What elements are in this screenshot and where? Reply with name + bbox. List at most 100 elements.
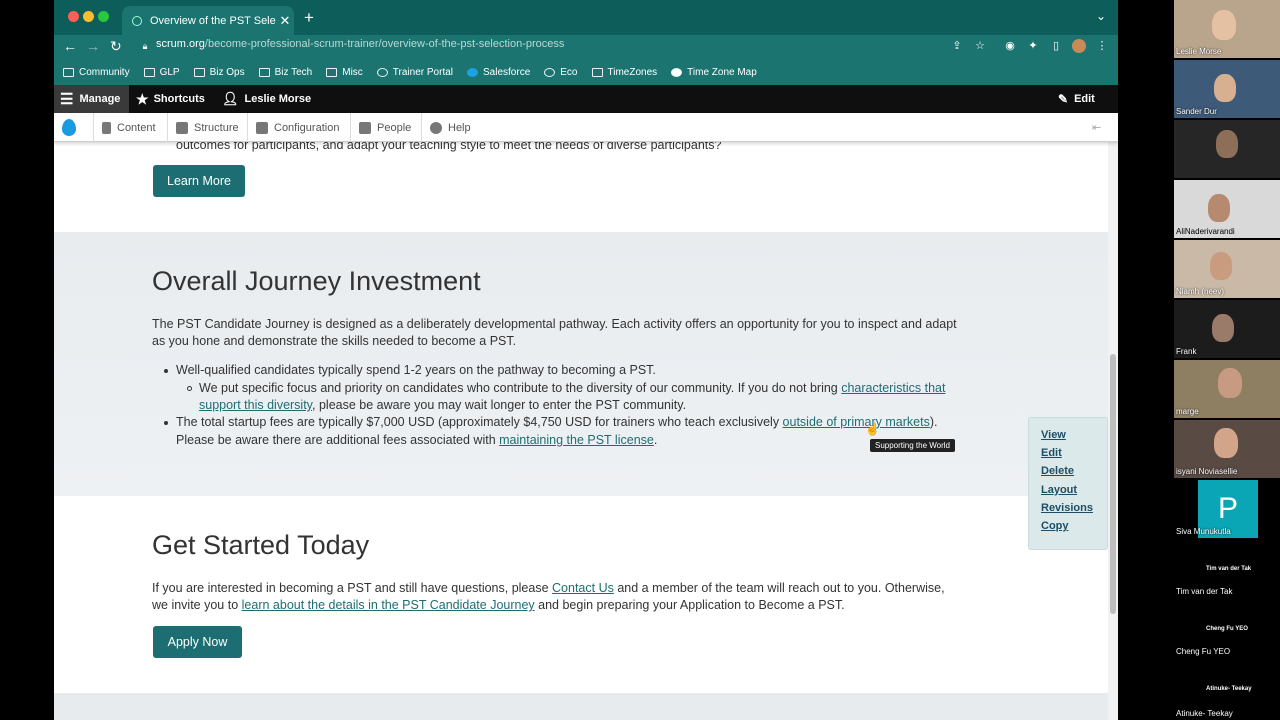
fees-period: . [653,433,658,447]
manage-tab[interactable]: ☰ Manage [54,85,129,113]
maximize-window-icon[interactable] [98,11,109,22]
folder-icon [193,68,205,77]
bookmark-glp[interactable]: GLP [143,67,180,78]
bookmark-misc[interactable]: Misc [326,67,363,78]
bookmark-salesforce[interactable]: Salesforce [467,67,530,78]
participant-video [1210,252,1232,280]
bookmark-label: Community [79,67,130,78]
participant-placeholder-name: Atinuke- Teekay [1206,686,1252,692]
learn-more-button[interactable]: Learn More [153,165,245,197]
menu-people[interactable]: People [350,113,411,142]
participant-tile[interactable]: Sander Dur [1174,60,1280,118]
menu-kebab-icon[interactable]: ⋮ [1095,39,1109,53]
bookmark-trainer-portal[interactable]: Trainer Portal [376,67,453,78]
minimize-window-icon[interactable] [83,11,94,22]
participant-name: isyani Noviasellie [1176,467,1238,476]
participant-video [1214,74,1236,102]
scrollbar-thumb[interactable] [1110,354,1116,614]
user-tab[interactable]: 👤︎ Leslie Morse [222,85,311,113]
drupal-logo-icon[interactable] [54,113,90,142]
participant-tile[interactable]: AliNaderivarandi [1174,180,1280,238]
lock-icon[interactable]: 🔒︎ [138,39,152,53]
task-edit[interactable]: Edit [1029,447,1107,465]
support-diversity-link[interactable]: support this diversity [199,398,312,412]
participant-name: Sander Dur [1176,107,1217,116]
bookmark-biz-ops[interactable]: Biz Ops [193,67,245,78]
folder-icon [326,68,338,77]
menu-content[interactable]: Content [93,113,156,142]
structure-icon [176,121,188,134]
extensions-puzzle-icon[interactable]: ✦ [1026,39,1040,53]
bookmark-label: Eco [560,67,578,78]
edit-tab[interactable]: ✎ Edit [1058,85,1095,113]
page-scrollbar[interactable] [1108,142,1118,720]
close-window-icon[interactable] [68,11,79,22]
participant-tile[interactable]: Leslie Morse [1174,0,1280,58]
participant-tile[interactable]: Tim van der Tak Tim van der Tak [1174,560,1280,618]
participant-tile[interactable]: marge [1174,360,1280,418]
started-text-2: and a member of the team will reach out … [613,581,945,595]
bookmark-star-icon[interactable]: ☆ [973,39,987,53]
browser-tab[interactable]: Overview of the PST Selection ✕ [122,6,294,35]
bookmark-community[interactable]: Community [63,67,130,78]
address-bar[interactable]: scrum.org/become-professional-scrum-trai… [156,38,564,50]
participant-placeholder-name: Tim van der Tak [1206,566,1252,572]
browser-toolbar: ← → ↻ 🔒︎ scrum.org/become-professional-s… [54,35,1118,60]
new-tab-icon[interactable]: + [304,8,314,28]
hamburger-icon: ☰ [60,91,74,108]
task-delete[interactable]: Delete [1029,465,1107,483]
sub-bullet-circle [187,386,192,391]
back-icon[interactable]: ← [63,38,77,54]
menu-help[interactable]: Help [421,113,471,142]
get-started-heading: Get Started Today [152,530,370,560]
profile-avatar-icon[interactable] [1072,39,1086,53]
contact-us-link[interactable]: Contact Us [552,581,614,595]
bookmark-timezones[interactable]: TimeZones [591,67,658,78]
diversity-text-end: , please be aware you may wait longer to… [312,398,687,412]
participant-tile[interactable]: P Siva Munukutla [1174,480,1280,538]
fees-text-end: ). [929,415,938,429]
reload-icon[interactable]: ↻ [110,38,122,55]
share-icon[interactable]: ⇪ [950,39,964,53]
task-layout[interactable]: Layout [1029,484,1107,502]
participant-tile[interactable]: Cheng Fu YEO Cheng Fu YEO [1174,620,1280,678]
menu-label: Content [117,121,156,134]
candidate-journey-link[interactable]: learn about the details in the PST Candi… [242,598,535,612]
menu-structure[interactable]: Structure [167,113,239,142]
globe-icon [671,68,683,77]
forward-icon[interactable]: → [86,38,100,54]
task-view[interactable]: View [1029,429,1107,447]
tray-orientation-icon[interactable]: ⇤ [1084,113,1101,142]
user-icon: 👤︎ [222,91,239,106]
menu-configuration[interactable]: Configuration [247,113,339,142]
characteristics-link[interactable]: characteristics that [841,381,945,395]
maintaining-license-link[interactable]: maintaining the PST license [499,433,654,447]
participant-tile[interactable]: Atinuke- Teekay Atinuke- Teekay [1174,680,1280,720]
participant-name: Siva Munukutla [1176,527,1231,536]
participant-tile[interactable]: Frank [1174,300,1280,358]
bookmark-eco[interactable]: Eco [544,67,578,78]
apply-now-button[interactable]: Apply Now [153,626,242,658]
tab-search-icon[interactable]: ⌄ [1096,9,1106,23]
participant-video [1218,368,1242,398]
participant-tile[interactable] [1174,120,1280,178]
close-tab-icon[interactable]: ✕ [276,13,294,29]
bookmark-biz-tech[interactable]: Biz Tech [258,67,312,78]
bullet-dot [164,421,168,425]
pencil-icon: ✎ [1058,92,1069,106]
task-revisions[interactable]: Revisions [1029,502,1107,520]
bookmark-time-zone-map[interactable]: Time Zone Map [671,67,757,78]
globe-icon [376,68,388,77]
bookmark-label: TimeZones [607,67,658,78]
menu-label: Configuration [274,121,340,134]
participant-tile[interactable]: isyani Noviasellie [1174,420,1280,478]
admin-toolbar: ☰ Manage ★ Shortcuts 👤︎ Leslie Morse ✎ Edit [54,85,1118,113]
primary-markets-link[interactable]: outside of primary markets [783,415,930,429]
task-copy[interactable]: Copy [1029,520,1107,538]
next-section [54,693,1108,720]
video-gallery: Leslie Morse Sander Dur AliNaderivarandi… [1172,0,1280,720]
shortcuts-tab[interactable]: ★ Shortcuts [136,85,205,113]
participant-tile[interactable]: Niamh (neev) [1174,240,1280,298]
sidebar-icon[interactable]: ▯ [1049,39,1063,53]
extension-1password-icon[interactable]: ◉ [1003,39,1017,53]
